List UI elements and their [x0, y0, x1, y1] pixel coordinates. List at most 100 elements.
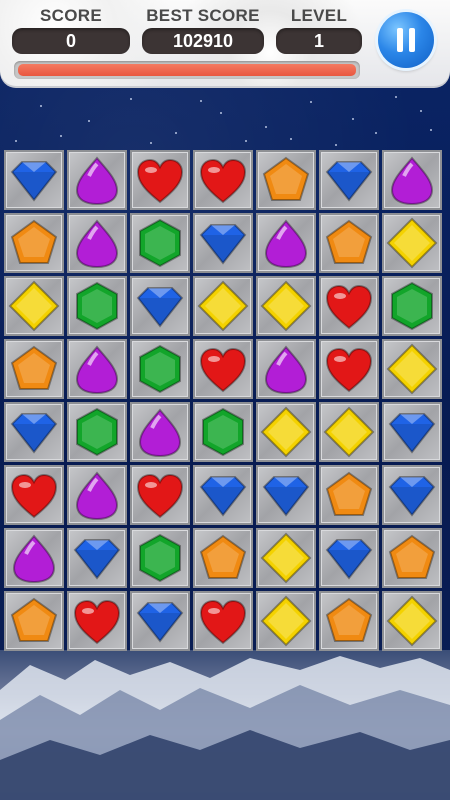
board-tile[interactable]: [4, 150, 64, 210]
board-tile[interactable]: [4, 402, 64, 462]
board-tile[interactable]: [319, 528, 379, 588]
board-tile[interactable]: [319, 213, 379, 273]
best-score-label: BEST SCORE: [146, 6, 260, 25]
score-value: 0: [12, 28, 130, 54]
board-tile[interactable]: [319, 402, 379, 462]
board-tile[interactable]: [256, 150, 316, 210]
pentagon-gem-icon: [325, 471, 373, 516]
board-tile[interactable]: [130, 276, 190, 336]
drop-gem-icon: [75, 471, 119, 521]
board-tile[interactable]: [382, 213, 442, 273]
board-tile[interactable]: [319, 276, 379, 336]
score-label: SCORE: [40, 6, 102, 25]
level-value: 1: [276, 28, 362, 54]
board-tile[interactable]: [130, 465, 190, 525]
drop-gem-icon: [75, 345, 119, 395]
pentagon-gem-icon: [10, 345, 58, 390]
board-tile[interactable]: [256, 465, 316, 525]
pentagon-gem-icon: [388, 534, 436, 579]
board-tile[interactable]: [319, 591, 379, 651]
board-tile[interactable]: [256, 528, 316, 588]
diamond-gem-icon: [136, 287, 184, 328]
board-tile[interactable]: [4, 528, 64, 588]
board-tile[interactable]: [382, 402, 442, 462]
drop-gem-icon: [75, 156, 119, 206]
board-tile[interactable]: [130, 150, 190, 210]
board-tile[interactable]: [67, 213, 127, 273]
hexagon-gem-icon: [202, 407, 244, 457]
board-tile[interactable]: [193, 402, 253, 462]
rhombus-gem-icon: [386, 595, 438, 647]
drop-gem-icon: [75, 219, 119, 269]
board-tile[interactable]: [193, 465, 253, 525]
board-tile[interactable]: [256, 213, 316, 273]
heart-gem-icon: [199, 347, 247, 393]
hexagon-gem-icon: [76, 407, 118, 457]
diamond-gem-icon: [199, 476, 247, 517]
diamond-gem-icon: [73, 539, 121, 580]
board-tile[interactable]: [193, 276, 253, 336]
rhombus-gem-icon: [260, 406, 312, 458]
board-tile[interactable]: [256, 591, 316, 651]
board-tile[interactable]: [256, 339, 316, 399]
board-tile[interactable]: [4, 591, 64, 651]
rhombus-gem-icon: [260, 595, 312, 647]
diamond-gem-icon: [10, 161, 58, 202]
pentagon-gem-icon: [262, 156, 310, 201]
best-score-value: 102910: [142, 28, 264, 54]
board-tile[interactable]: [4, 213, 64, 273]
board-tile[interactable]: [193, 591, 253, 651]
board-tile[interactable]: [130, 339, 190, 399]
board-tile[interactable]: [256, 276, 316, 336]
rhombus-gem-icon: [386, 217, 438, 269]
drop-gem-icon: [264, 219, 308, 269]
heart-gem-icon: [325, 284, 373, 330]
board-tile[interactable]: [4, 339, 64, 399]
diamond-gem-icon: [388, 476, 436, 517]
board-tile[interactable]: [382, 150, 442, 210]
board-tile[interactable]: [4, 465, 64, 525]
board-tile[interactable]: [130, 591, 190, 651]
diamond-gem-icon: [388, 413, 436, 454]
board-tile[interactable]: [193, 213, 253, 273]
board-tile[interactable]: [67, 339, 127, 399]
drop-gem-icon: [138, 408, 182, 458]
diamond-gem-icon: [199, 224, 247, 265]
board-tile[interactable]: [130, 528, 190, 588]
board-tile[interactable]: [4, 276, 64, 336]
rhombus-gem-icon: [386, 343, 438, 395]
board-tile[interactable]: [256, 402, 316, 462]
drop-gem-icon: [390, 156, 434, 206]
board-tile[interactable]: [382, 465, 442, 525]
pentagon-gem-icon: [10, 597, 58, 642]
board-tile[interactable]: [319, 339, 379, 399]
pause-button[interactable]: [378, 12, 434, 68]
board-tile[interactable]: [319, 150, 379, 210]
board-tile[interactable]: [193, 150, 253, 210]
hexagon-gem-icon: [391, 281, 433, 331]
drop-gem-icon: [264, 345, 308, 395]
hexagon-gem-icon: [139, 218, 181, 268]
board-tile[interactable]: [67, 465, 127, 525]
level-label: LEVEL: [290, 6, 348, 25]
board-tile[interactable]: [67, 276, 127, 336]
board-tile[interactable]: [319, 465, 379, 525]
heart-gem-icon: [10, 473, 58, 519]
board-tile[interactable]: [193, 339, 253, 399]
board-tile[interactable]: [382, 528, 442, 588]
board-tile[interactable]: [67, 150, 127, 210]
diamond-gem-icon: [10, 413, 58, 454]
rhombus-gem-icon: [8, 280, 60, 332]
board-tile[interactable]: [67, 591, 127, 651]
board-tile[interactable]: [130, 213, 190, 273]
board-tile[interactable]: [130, 402, 190, 462]
board-tile[interactable]: [382, 591, 442, 651]
board-tile[interactable]: [67, 402, 127, 462]
rhombus-gem-icon: [197, 280, 249, 332]
board-tile[interactable]: [382, 276, 442, 336]
board-tile[interactable]: [193, 528, 253, 588]
heart-gem-icon: [73, 599, 121, 645]
board-tile[interactable]: [67, 528, 127, 588]
heart-gem-icon: [325, 347, 373, 393]
board-tile[interactable]: [382, 339, 442, 399]
